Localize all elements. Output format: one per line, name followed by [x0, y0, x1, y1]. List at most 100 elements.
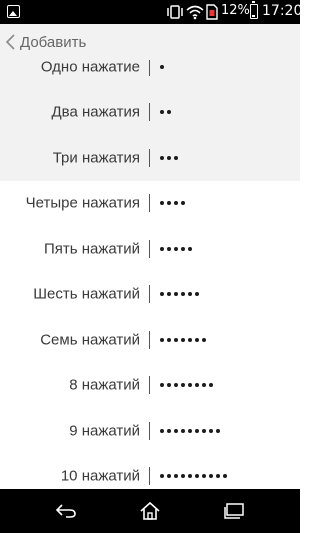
list-item[interactable]: Три нажатия — [0, 135, 300, 181]
tap-dot — [188, 428, 192, 433]
tap-dot — [181, 428, 185, 433]
tap-dots — [160, 383, 216, 388]
tap-dot — [188, 474, 192, 479]
list-item[interactable]: Семь нажатий — [0, 317, 300, 363]
list-item-label: 8 нажатий — [69, 376, 140, 394]
battery-percent: 12% — [221, 3, 250, 18]
tap-dot — [174, 474, 178, 479]
list-item[interactable]: 8 нажатий — [0, 363, 300, 409]
tap-dot — [160, 246, 164, 251]
list-item-label: 9 нажатий — [69, 422, 140, 440]
tap-dots — [160, 292, 202, 297]
tap-dot — [181, 474, 185, 479]
recent-apps-nav-button[interactable] — [220, 498, 248, 524]
tap-dot — [160, 428, 164, 433]
tap-dot — [209, 383, 213, 388]
list-item[interactable]: Два нажатия — [0, 89, 300, 135]
vibrate-icon — [167, 5, 183, 19]
tap-dot — [202, 337, 206, 342]
tap-dot — [174, 428, 178, 433]
tap-dot — [160, 292, 164, 297]
tap-dot — [216, 474, 220, 479]
no-sim-icon — [206, 4, 218, 20]
tap-count-list: Одно нажатие Два нажатия Три нажатия Четыре… — [0, 44, 300, 499]
tap-dot — [223, 474, 227, 479]
tap-dot — [167, 201, 171, 206]
tap-dot — [188, 383, 192, 388]
tap-dot — [167, 110, 171, 115]
separator — [149, 103, 150, 122]
tap-dot — [174, 246, 178, 251]
tap-dot — [160, 337, 164, 342]
header-bar: Добавить — [0, 24, 300, 60]
tap-dot — [202, 383, 206, 388]
back-nav-button[interactable] — [52, 498, 80, 524]
back-label: Добавить — [20, 33, 87, 51]
list-item[interactable]: Пять нажатий — [0, 226, 300, 272]
tap-dot — [174, 155, 178, 160]
tap-dot — [181, 337, 185, 342]
tap-dots — [160, 337, 209, 342]
list-item-label: Три нажатия — [52, 149, 140, 167]
battery-icon — [250, 1, 258, 19]
separator — [149, 330, 150, 349]
list-item[interactable]: Четыре нажатия — [0, 181, 300, 227]
recent-apps-icon — [224, 503, 244, 519]
separator — [149, 376, 150, 395]
separator — [149, 239, 150, 258]
tap-dot — [195, 428, 199, 433]
tap-dots — [160, 64, 167, 69]
tap-dot — [181, 246, 185, 251]
tap-dot — [181, 292, 185, 297]
tap-dot — [167, 428, 171, 433]
clock: 17:20 — [262, 3, 303, 19]
tap-dot — [174, 337, 178, 342]
tap-dots — [160, 155, 181, 160]
list-item-label: Четыре нажатия — [25, 194, 140, 212]
tap-dot — [181, 383, 185, 388]
tap-dot — [202, 474, 206, 479]
tap-dot — [160, 155, 164, 160]
tap-dot — [160, 201, 164, 206]
separator — [149, 57, 150, 76]
tap-dots — [160, 110, 174, 115]
back-button[interactable]: Добавить — [4, 29, 86, 55]
tap-dot — [195, 474, 199, 479]
separator — [149, 194, 150, 213]
tap-dot — [209, 474, 213, 479]
list-item-label: Пять нажатий — [43, 240, 140, 258]
tap-dot — [160, 110, 164, 115]
list-item-label: 10 нажатий — [60, 467, 140, 485]
tap-dot — [167, 383, 171, 388]
tap-dot — [167, 292, 171, 297]
separator — [149, 148, 150, 167]
tap-dot — [160, 383, 164, 388]
wifi-icon — [186, 5, 204, 20]
tap-dot — [216, 428, 220, 433]
tap-dot — [181, 201, 185, 206]
separator — [149, 467, 150, 486]
tap-dot — [195, 292, 199, 297]
home-nav-button[interactable] — [136, 498, 164, 524]
list-item[interactable]: 9 нажатий — [0, 408, 300, 454]
tap-dots — [160, 428, 223, 433]
list-item-label: Шесть нажатий — [33, 285, 140, 303]
chevron-left-icon — [5, 34, 15, 50]
tap-dot — [195, 383, 199, 388]
tap-dot — [167, 474, 171, 479]
tap-dot — [167, 246, 171, 251]
tap-dots — [160, 201, 188, 206]
list-item-label: Одно нажатие — [40, 58, 140, 76]
list-item-label: Семь нажатий — [40, 331, 140, 349]
list-item[interactable]: Шесть нажатий — [0, 272, 300, 318]
tap-dot — [160, 474, 164, 479]
tap-dot — [188, 292, 192, 297]
tap-dot — [209, 428, 213, 433]
home-icon — [140, 501, 160, 520]
status-bar: 12% 17:20 — [0, 0, 303, 24]
separator — [149, 421, 150, 440]
tap-dots — [160, 474, 230, 479]
tap-dot — [174, 292, 178, 297]
tap-dot — [174, 383, 178, 388]
tap-dot — [160, 64, 164, 69]
